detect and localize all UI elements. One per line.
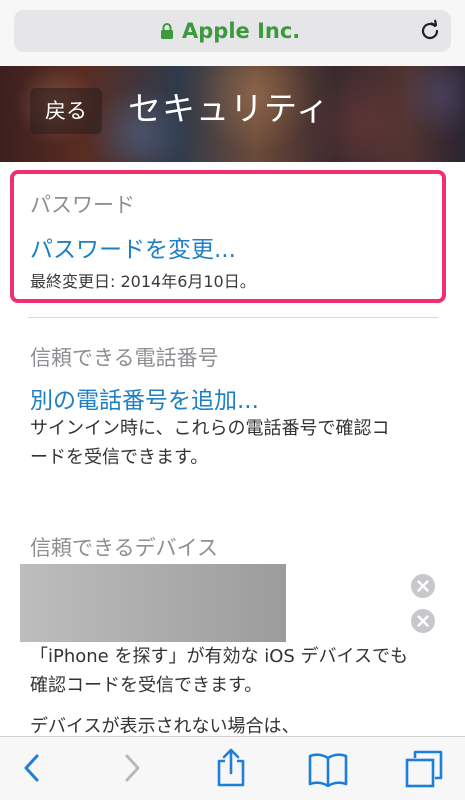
password-last-changed: 最終変更日: 2014年6月10日。 [30,272,256,291]
url-host: Apple Inc. [182,19,301,43]
trusted-phone-description-line: サインイン時に、これらの電話番号で確認コ [30,418,390,439]
forward-icon[interactable] [118,751,146,785]
back-button[interactable]: 戻る [30,88,102,134]
page-header-banner: 戻る セキュリティ [0,66,465,162]
back-icon[interactable] [18,751,46,785]
trusted-devices-title: 信頼できるデバイス [30,536,218,560]
trusted-phone-description-line: ードを受信できます。 [30,447,209,468]
page-title: セキュリティ [128,89,331,128]
section-divider [28,317,438,318]
password-section-title: パスワード [30,193,135,217]
page: Apple Inc. 戻る セキュリティ パスワード パスワードを変更... 最… [0,0,465,800]
security-content: パスワード パスワードを変更... 最終変更日: 2014年6月10日。 信頼で… [0,162,465,736]
tabs-icon[interactable] [404,749,444,789]
share-icon[interactable] [214,747,248,787]
trusted-devices-description: 「iPhone を探す」が有効な iOS デバイスでも 確認コードを受信できます… [30,642,450,700]
address-bar[interactable]: Apple Inc. [14,10,451,52]
trusted-devices-description-line: 「iPhone を探す」が有効な iOS デバイスでも [30,646,408,667]
remove-device-icon[interactable] [410,608,436,634]
browser-top-bar: Apple Inc. [0,0,465,66]
trusted-phone-title: 信頼できる電話番号 [30,346,219,370]
trusted-phone-description: サインイン時に、これらの電話番号で確認コ ードを受信できます。 [30,414,450,472]
browser-toolbar [0,736,465,800]
reload-icon[interactable] [418,19,442,43]
device-list-redacted [20,564,286,642]
lock-icon [161,23,173,39]
remove-device-icon[interactable] [410,573,436,599]
trusted-devices-description-line: 確認コードを受信できます。 [30,675,263,696]
bookmarks-icon[interactable] [307,751,349,787]
add-phone-link[interactable]: 別の電話番号を追加... [30,381,259,415]
trusted-devices-help: デバイスが表示されない場合は、 [30,716,300,736]
change-password-link[interactable]: パスワードを変更... [30,230,236,264]
